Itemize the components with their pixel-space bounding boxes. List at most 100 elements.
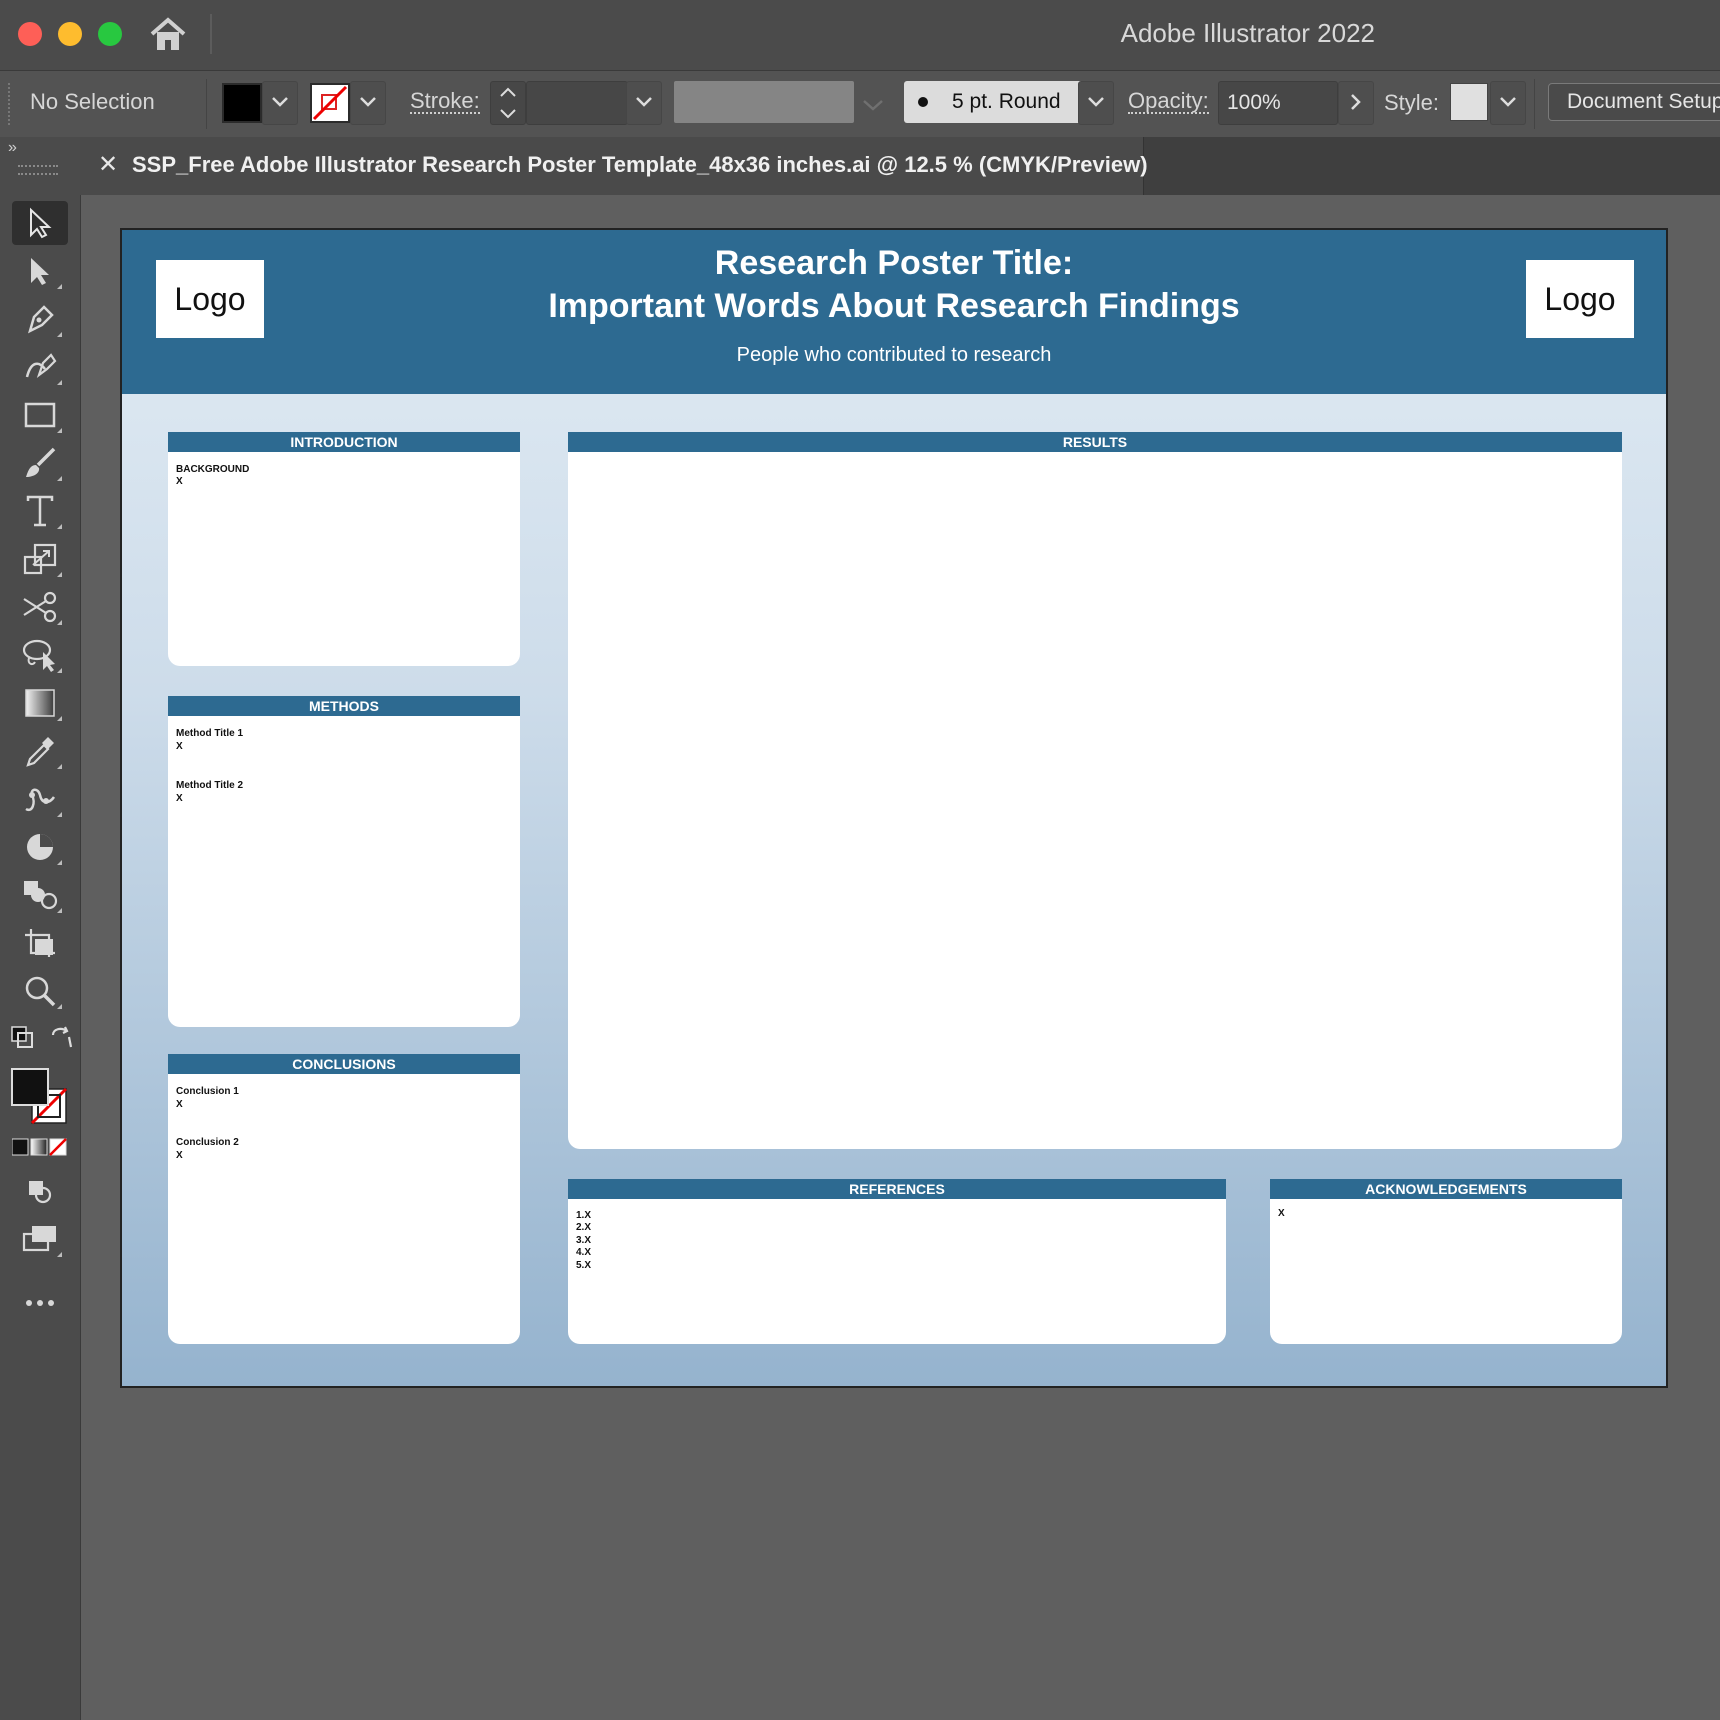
- stepper-arrows-icon: [500, 87, 516, 119]
- brush-dot-icon: [918, 97, 928, 107]
- minimize-window-button[interactable]: [58, 22, 82, 46]
- puppet-warp-tool-icon[interactable]: [12, 777, 68, 821]
- title-separator: [210, 14, 212, 54]
- introduction-subheading: BACKGROUND: [176, 464, 250, 475]
- close-window-button[interactable]: [18, 22, 42, 46]
- document-tab-title: SSP_Free Adobe Illustrator Research Post…: [132, 152, 1148, 177]
- poster-title-line1[interactable]: Research Poster Title:: [122, 244, 1666, 283]
- conclusion-title: Conclusion 1: [176, 1086, 239, 1097]
- introduction-body: X: [176, 476, 183, 487]
- poster-authors[interactable]: People who contributed to research: [122, 344, 1666, 367]
- style-dropdown[interactable]: [1490, 81, 1526, 125]
- document-tab-bar: ✕ SSP_Free Adobe Illustrator Research Po…: [80, 137, 1720, 195]
- control-bar-grip[interactable]: [8, 83, 13, 125]
- default-colors-icon[interactable]: [4, 1019, 40, 1055]
- divider: [1534, 79, 1535, 129]
- introduction-heading: INTRODUCTION: [168, 432, 520, 452]
- stroke-weight-stepper[interactable]: [490, 81, 526, 125]
- chevron-right-icon: [1351, 94, 1361, 110]
- maximize-window-button[interactable]: [98, 22, 122, 46]
- methods-heading: METHODS: [168, 696, 520, 716]
- rectangle-tool-icon[interactable]: [12, 393, 68, 437]
- pie-graph-tool-icon[interactable]: [12, 825, 68, 869]
- conclusion-body: X: [176, 1099, 183, 1110]
- reference-item: 2.X: [576, 1222, 592, 1233]
- chevron-down-icon: [1088, 97, 1104, 107]
- direct-selection-tool-icon[interactable]: [12, 249, 68, 293]
- stroke-label[interactable]: Stroke:: [410, 90, 480, 114]
- gradient-tool-icon[interactable]: [12, 681, 68, 725]
- opacity-expand-button[interactable]: [1338, 81, 1374, 125]
- draw-mode-icon[interactable]: [12, 1169, 68, 1213]
- curvature-tool-icon[interactable]: [12, 345, 68, 389]
- reference-item: 3.X: [576, 1235, 592, 1246]
- more-tools-icon[interactable]: [12, 1281, 68, 1325]
- control-bar: No Selection Stroke: 5 pt. Round Opacity…: [0, 71, 1720, 138]
- artboard[interactable]: Logo Research Poster Title: Important Wo…: [120, 228, 1668, 1388]
- chevron-down-icon: [360, 97, 376, 107]
- introduction-panel[interactable]: INTRODUCTION BACKGROUND X: [168, 432, 520, 666]
- conclusion-body: X: [176, 1150, 183, 1161]
- brush-label: 5 pt. Round: [952, 90, 1061, 113]
- selection-tool-icon[interactable]: [12, 201, 68, 245]
- type-tool-icon[interactable]: [12, 489, 68, 533]
- opacity-value: 100%: [1227, 91, 1281, 114]
- screen-mode-icon[interactable]: [12, 1217, 68, 1261]
- divider: [206, 79, 207, 129]
- conclusion-title: Conclusion 2: [176, 1137, 239, 1148]
- eyedropper-tool-icon[interactable]: [12, 729, 68, 773]
- lasso-select-tool-icon[interactable]: [12, 633, 68, 677]
- scissors-tool-icon[interactable]: [12, 585, 68, 629]
- chevron-down-icon: [1500, 97, 1516, 107]
- stroke-dropdown[interactable]: [350, 81, 386, 125]
- variable-width-profile[interactable]: [674, 81, 854, 123]
- methods-panel[interactable]: METHODS Method Title 1 X Method Title 2 …: [168, 696, 520, 1027]
- fill-stroke-swatches-icon[interactable]: [10, 1067, 72, 1129]
- stroke-weight-field[interactable]: [526, 81, 628, 125]
- paintbrush-tool-icon[interactable]: [12, 441, 68, 485]
- title-bar: Adobe Illustrator 2022: [0, 0, 1720, 71]
- panel-grip[interactable]: [18, 165, 58, 175]
- results-panel[interactable]: RESULTS: [568, 432, 1622, 1149]
- reference-item: 1.X: [576, 1210, 592, 1221]
- zoom-tool-icon[interactable]: [12, 969, 68, 1013]
- variable-width-dropdown[interactable]: [856, 81, 890, 123]
- reference-item: 4.X: [576, 1247, 592, 1258]
- conclusions-panel[interactable]: CONCLUSIONS Conclusion 1 X Conclusion 2 …: [168, 1054, 520, 1344]
- artboard-tool-icon[interactable]: [12, 921, 68, 965]
- acknowledgements-body: X: [1278, 1208, 1285, 1219]
- panel-collapse-icon[interactable]: »: [8, 139, 17, 157]
- logo-right[interactable]: Logo: [1526, 260, 1634, 338]
- chevron-down-icon: [863, 100, 883, 111]
- scale-tool-icon[interactable]: [12, 537, 68, 581]
- selection-status: No Selection: [30, 89, 155, 114]
- method-title: Method Title 2: [176, 780, 244, 791]
- shape-builder-tool-icon[interactable]: [12, 873, 68, 917]
- conclusions-heading: CONCLUSIONS: [168, 1054, 520, 1074]
- home-icon[interactable]: [148, 16, 188, 54]
- app-title: Adobe Illustrator 2022: [1120, 18, 1375, 48]
- acknowledgements-panel[interactable]: ACKNOWLEDGEMENTS X: [1270, 1179, 1622, 1344]
- method-body: X: [176, 793, 183, 804]
- pen-tool-icon[interactable]: [12, 297, 68, 341]
- method-body: X: [176, 741, 183, 752]
- swap-fill-stroke-icon[interactable]: [44, 1019, 80, 1055]
- fill-dropdown[interactable]: [262, 81, 298, 125]
- references-panel[interactable]: REFERENCES 1.X 2.X 3.X 4.X 5.X: [568, 1179, 1226, 1344]
- fill-swatch[interactable]: [222, 83, 262, 123]
- document-tab[interactable]: ✕ SSP_Free Adobe Illustrator Research Po…: [80, 137, 1148, 195]
- color-mode-icons[interactable]: [11, 1137, 68, 1157]
- style-label: Style:: [1384, 90, 1440, 115]
- style-swatch[interactable]: [1450, 83, 1488, 121]
- stroke-swatch[interactable]: [310, 83, 350, 123]
- opacity-field[interactable]: 100%: [1218, 81, 1338, 125]
- stroke-weight-dropdown[interactable]: [626, 81, 662, 125]
- poster-title-line2[interactable]: Important Words About Research Findings: [122, 287, 1666, 326]
- poster-header[interactable]: Logo Research Poster Title: Important Wo…: [122, 230, 1666, 394]
- opacity-label[interactable]: Opacity:: [1128, 90, 1209, 114]
- document-setup-button[interactable]: Document Setup: [1548, 83, 1720, 121]
- references-heading: REFERENCES: [568, 1179, 1226, 1199]
- close-tab-icon[interactable]: ✕: [98, 150, 118, 179]
- brush-dropdown[interactable]: [1078, 81, 1114, 125]
- reference-item: 5.X: [576, 1260, 592, 1271]
